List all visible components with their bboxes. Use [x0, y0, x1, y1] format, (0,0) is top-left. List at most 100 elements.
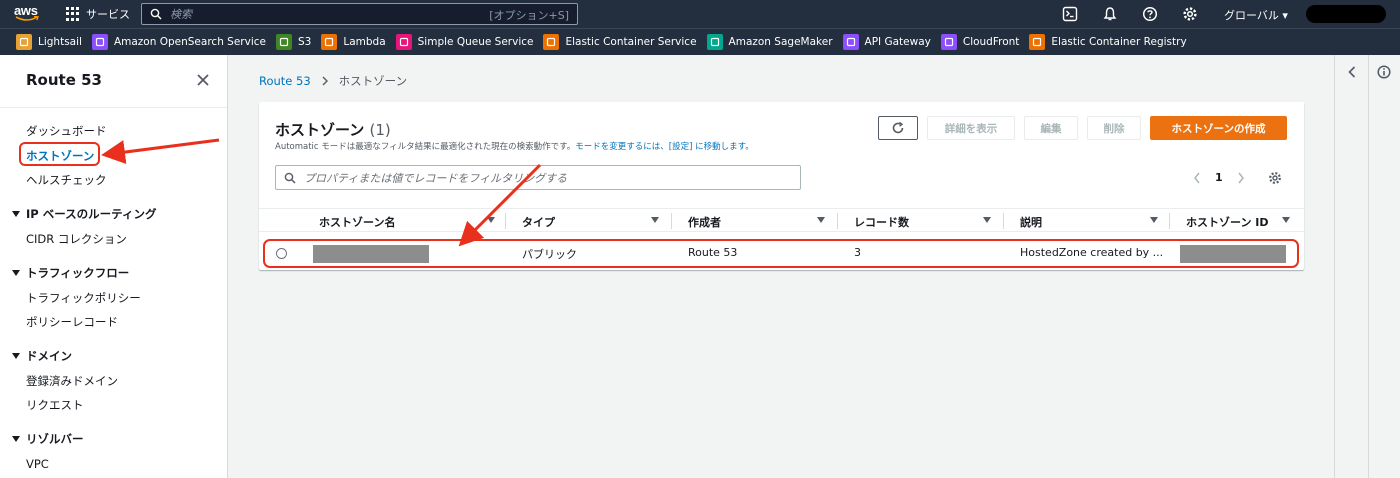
- chevron-left-icon[interactable]: [1193, 172, 1201, 184]
- favorite-lambda[interactable]: Lambda: [321, 34, 386, 50]
- panel-count: (1): [369, 121, 391, 139]
- column-header-description[interactable]: 説明: [1020, 214, 1042, 230]
- sidebar-title: Route 53: [26, 71, 102, 89]
- favorite-label: Simple Queue Service: [417, 36, 534, 48]
- search-input[interactable]: 検索 [オプション+S]: [141, 3, 578, 25]
- favorite-label: Amazon SageMaker: [728, 36, 833, 48]
- caret-down-icon: [12, 436, 20, 442]
- panel-description: Automatic モードは最適なフィルタ結果に最適化された現在の検索動作です。…: [275, 140, 754, 152]
- sidebar-item-vpc[interactable]: VPC: [26, 457, 49, 471]
- caret-down-icon: [12, 270, 20, 276]
- lightsail-icon: [16, 34, 32, 50]
- column-header-id[interactable]: ホストゾーン ID: [1186, 214, 1269, 230]
- sidebar: Route 53 ダッシュボード ホストゾーン ヘルスチェック IP ベースのル…: [0, 55, 228, 478]
- sidebar-item-cidr[interactable]: CIDR コレクション: [26, 231, 127, 247]
- info-icon[interactable]: [1377, 65, 1391, 79]
- account-menu[interactable]: [1306, 5, 1386, 23]
- breadcrumb-root[interactable]: Route 53: [259, 74, 311, 88]
- favorite-label: Lightsail: [38, 36, 82, 48]
- sidebar-section-traffic-flow[interactable]: トラフィックフロー: [12, 265, 129, 281]
- help-icon[interactable]: [1142, 6, 1158, 22]
- column-divider: [837, 213, 838, 229]
- sort-icon[interactable]: [1150, 217, 1158, 223]
- search-shortcut: [オプション+S]: [489, 9, 569, 22]
- sidebar-item-registered-domains[interactable]: 登録済みドメイン: [26, 373, 118, 389]
- services-label: サービス: [86, 8, 130, 21]
- caret-down-icon: [12, 353, 20, 359]
- tools-panel-divider: [1334, 55, 1335, 478]
- favorite-label: Amazon OpenSearch Service: [113, 36, 266, 48]
- settings-link[interactable]: モードを変更するには、[設定] に移動します。: [575, 142, 754, 152]
- favorite-label: Elastic Container Service: [565, 36, 697, 48]
- search-icon: [150, 8, 162, 20]
- edit-button[interactable]: 編集: [1024, 116, 1078, 140]
- gear-icon[interactable]: [1182, 6, 1198, 22]
- cloudfront-icon: [940, 34, 957, 50]
- bell-icon[interactable]: [1102, 6, 1118, 22]
- cloudshell-icon[interactable]: [1062, 6, 1078, 22]
- sidebar-item-health-checks[interactable]: ヘルスチェック: [26, 172, 107, 188]
- chevron-left-icon[interactable]: [1347, 65, 1357, 79]
- column-divider: [1169, 213, 1170, 229]
- favorite-opensearch[interactable]: Amazon OpenSearch Service: [91, 34, 266, 50]
- filter-input[interactable]: プロパティまたは値でレコードをフィルタリングする: [275, 165, 801, 190]
- sort-icon[interactable]: [487, 217, 495, 223]
- sidebar-section-domains[interactable]: ドメイン: [12, 348, 72, 364]
- sidebar-item-traffic-policy[interactable]: トラフィックポリシー: [26, 290, 141, 306]
- sidebar-item-policy-records[interactable]: ポリシーレコード: [26, 314, 118, 330]
- services-menu[interactable]: サービス: [66, 6, 130, 22]
- favorite-ecr[interactable]: Elastic Container Registry: [1029, 34, 1187, 50]
- favorite-s3[interactable]: S3: [276, 34, 311, 50]
- table-row[interactable]: パブリック Route 53 3 HostedZone created by .…: [259, 236, 1304, 268]
- table-settings-gear-icon[interactable]: [1268, 171, 1282, 185]
- favorite-label: CloudFront: [962, 36, 1020, 48]
- favorite-ecs[interactable]: Elastic Container Service: [543, 34, 697, 50]
- right-rail-divider: [1368, 55, 1369, 478]
- aws-smile-icon: [15, 16, 39, 21]
- sort-icon[interactable]: [983, 217, 991, 223]
- refresh-button[interactable]: [878, 116, 918, 140]
- favorite-sqs[interactable]: Simple Queue Service: [395, 34, 534, 50]
- delete-button[interactable]: 削除: [1087, 116, 1141, 140]
- page-number[interactable]: 1: [1215, 171, 1223, 184]
- favorite-sagemaker[interactable]: Amazon SageMaker: [706, 34, 833, 50]
- column-divider: [671, 213, 672, 229]
- sqs-icon: [395, 34, 412, 50]
- column-header-name[interactable]: ホストゾーン名: [319, 214, 395, 230]
- sidebar-section-ip-routing[interactable]: IP ベースのルーティング: [12, 206, 156, 222]
- annotation-highlight-box: [19, 142, 100, 166]
- view-details-button[interactable]: 詳細を表示: [927, 116, 1015, 140]
- grid-icon: [66, 7, 80, 21]
- lambda-icon: [321, 34, 338, 50]
- close-icon[interactable]: [196, 73, 210, 87]
- ecs-icon: [543, 34, 560, 50]
- column-divider: [1003, 213, 1004, 229]
- sidebar-section-label: IP ベースのルーティング: [26, 207, 157, 221]
- sort-icon[interactable]: [817, 217, 825, 223]
- chevron-right-icon[interactable]: [1237, 172, 1245, 184]
- refresh-icon: [892, 121, 904, 134]
- column-header-record-count[interactable]: レコード数: [854, 214, 909, 230]
- favorites-bar: Lightsail Amazon OpenSearch Service S3 Lamb…: [0, 28, 1400, 55]
- sidebar-section-resolver[interactable]: リゾルバー: [12, 431, 84, 447]
- panel-title-text: ホストゾーン: [275, 121, 365, 139]
- sidebar-item-dashboard[interactable]: ダッシュボード: [26, 123, 107, 139]
- column-header-type[interactable]: タイプ: [522, 214, 555, 230]
- hosted-zones-panel: ホストゾーン (1) Automatic モードは最適なフィルタ結果に最適化され…: [259, 102, 1304, 270]
- sidebar-section-label: トラフィックフロー: [26, 266, 130, 280]
- region-selector[interactable]: グローバル ▾: [1224, 7, 1288, 23]
- favorite-cloudfront[interactable]: CloudFront: [940, 34, 1020, 50]
- favorite-label: S3: [298, 36, 312, 48]
- sidebar-item-requests[interactable]: リクエスト: [26, 397, 84, 413]
- aws-logo[interactable]: aws: [14, 4, 42, 24]
- sidebar-divider: [0, 107, 227, 108]
- top-nav: aws サービス 検索 [オプション+S] グローバル ▾: [0, 0, 1400, 28]
- search-placeholder: 検索: [170, 8, 192, 21]
- sort-icon[interactable]: [651, 217, 659, 223]
- s3-icon: [276, 34, 292, 50]
- create-hosted-zone-button[interactable]: ホストゾーンの作成: [1150, 116, 1287, 140]
- column-header-created-by[interactable]: 作成者: [688, 214, 721, 230]
- favorite-lightsail[interactable]: Lightsail: [16, 34, 82, 50]
- favorite-apigateway[interactable]: API Gateway: [842, 34, 931, 50]
- sort-icon[interactable]: [1282, 217, 1290, 223]
